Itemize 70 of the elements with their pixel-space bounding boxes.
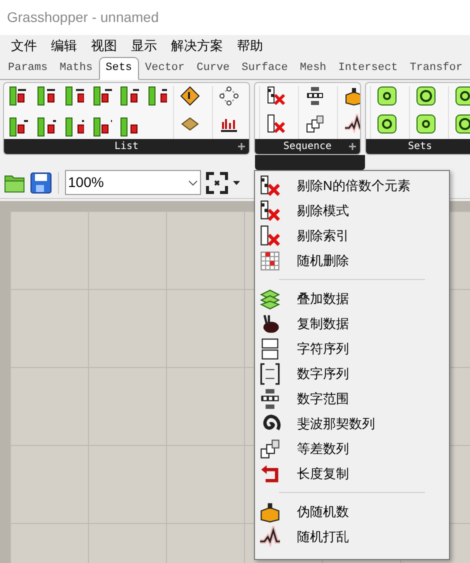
menu-item[interactable]: 随机删除 — [255, 248, 449, 273]
zoom-value: 100% — [68, 173, 104, 192]
expand-icon[interactable] — [349, 143, 356, 150]
loop-arrow-icon — [259, 462, 281, 484]
warning-sign-icon[interactable] — [180, 86, 200, 106]
menu-item[interactable]: 数字序列 — [255, 361, 449, 386]
list-component-icon[interactable] — [64, 86, 84, 106]
menu-item[interactable]: 编辑 — [44, 35, 84, 57]
tab[interactable]: Curve — [190, 60, 236, 79]
menu-item[interactable]: 显示 — [124, 35, 164, 57]
random-grid-icon — [259, 250, 281, 272]
list-component-icon[interactable] — [119, 86, 140, 106]
caret-icon[interactable] — [233, 180, 240, 184]
panel-label: List — [114, 140, 139, 154]
list-component-icon[interactable] — [8, 86, 28, 106]
tab[interactable]: Maths — [54, 60, 99, 79]
menu-item[interactable]: 剔除索引 — [255, 223, 449, 248]
list-component-icon[interactable] — [119, 116, 140, 136]
zoom-dropdown[interactable]: 100% — [65, 170, 201, 195]
bracket-icon — [259, 362, 281, 384]
menu-item[interactable]: 长度复制 — [255, 461, 449, 486]
tab[interactable]: Sets — [98, 56, 140, 80]
menu-item[interactable]: 剔除N的倍数个元素 — [255, 173, 449, 198]
list-component-icon[interactable] — [147, 86, 168, 106]
list-component-icon[interactable] — [92, 116, 112, 136]
set-component-icon[interactable] — [377, 114, 397, 134]
menu-item[interactable]: 剔除模式 — [255, 198, 449, 223]
menu-item[interactable]: 伪随机数 — [255, 499, 449, 524]
menu-item[interactable]: 文件 — [4, 35, 44, 57]
set-component-icon[interactable] — [455, 114, 470, 134]
menu-item[interactable]: 叠加数据 — [255, 286, 449, 311]
menu-item[interactable]: 等差数列 — [255, 436, 449, 461]
list-component-icon[interactable] — [64, 116, 84, 136]
folder-icon[interactable] — [4, 172, 26, 192]
tab[interactable]: Transfor — [404, 60, 469, 79]
list-component-icon[interactable] — [92, 86, 112, 106]
menu-item[interactable]: 数字范围 — [255, 386, 449, 411]
tab[interactable]: Mesh — [294, 60, 332, 79]
tab[interactable]: Params — [2, 60, 54, 79]
tab[interactable]: Surface — [236, 60, 294, 79]
panel-label: Sets — [408, 140, 432, 154]
menu-item[interactable]: 视图 — [84, 35, 124, 57]
menu-item[interactable]: 解决方案 — [164, 35, 230, 57]
set-component-icon[interactable] — [416, 114, 436, 134]
box-icon — [259, 500, 281, 522]
list-component-icon[interactable] — [36, 86, 56, 106]
window-title: Grasshopper - unnamed — [7, 8, 159, 27]
expand-icon[interactable] — [238, 143, 245, 150]
set-component-icon[interactable] — [416, 86, 436, 106]
save-icon[interactable] — [30, 172, 52, 194]
jagged-line-icon — [259, 526, 281, 548]
menu-item[interactable]: 复制数据 — [255, 311, 449, 336]
menu-item[interactable]: 帮助 — [230, 35, 270, 57]
set-component-icon[interactable] — [455, 86, 470, 106]
stacked-layers-icon — [259, 288, 281, 310]
tab[interactable]: Vector — [139, 60, 191, 79]
zoom-extents-icon[interactable] — [205, 170, 229, 194]
panel-label: Sequence — [283, 140, 332, 154]
set-component-icon[interactable] — [377, 86, 397, 106]
character-boxes-icon — [259, 338, 281, 360]
chevron-down-icon — [188, 180, 198, 186]
tab[interactable]: Intersect — [332, 60, 404, 79]
jagged-line-icon[interactable] — [344, 114, 360, 134]
menu-item[interactable]: 随机打乱 — [255, 524, 449, 549]
box-icon[interactable] — [344, 86, 360, 106]
list-component-icon[interactable] — [8, 116, 28, 136]
menu-item[interactable]: 斐波那契数列 — [255, 411, 449, 436]
menu-item[interactable]: 字符序列 — [255, 336, 449, 361]
node-ring-icon[interactable] — [219, 86, 239, 106]
list-component-icon[interactable] — [36, 116, 56, 136]
